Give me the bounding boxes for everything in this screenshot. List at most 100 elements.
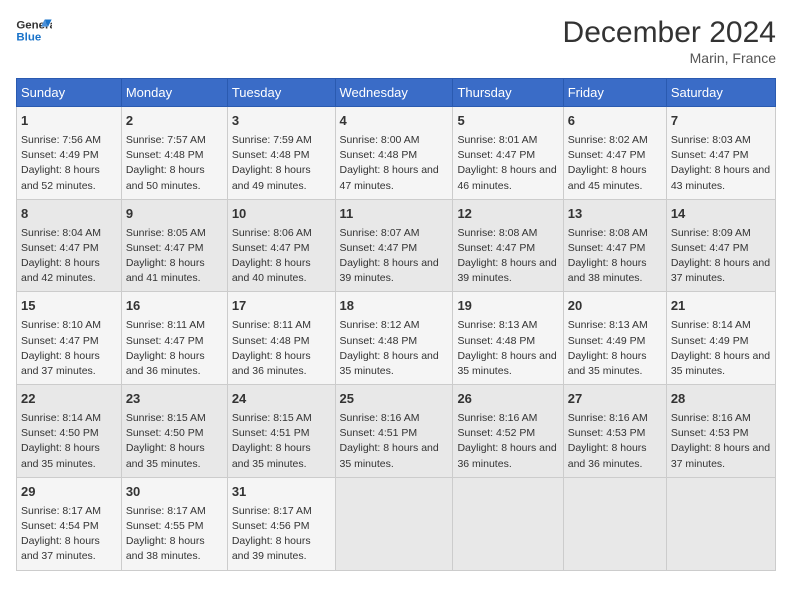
cell-info: Sunrise: 8:12 AMSunset: 4:48 PMDaylight:… — [340, 318, 449, 379]
cell-info: Sunrise: 7:59 AMSunset: 4:48 PMDaylight:… — [232, 133, 331, 194]
sunrise-text: Sunrise: 8:16 AM — [568, 412, 648, 424]
calendar-cell: 2 Sunrise: 7:57 AMSunset: 4:48 PMDaylight… — [121, 107, 227, 200]
daylight-text: Daylight: 8 hours and 47 minutes. — [340, 164, 439, 191]
day-number: 4 — [340, 112, 449, 131]
sunset-text: Sunset: 4:47 PM — [21, 335, 99, 347]
cell-info: Sunrise: 8:15 AMSunset: 4:50 PMDaylight:… — [126, 411, 223, 472]
sunset-text: Sunset: 4:52 PM — [457, 427, 535, 439]
daylight-text: Daylight: 8 hours and 35 minutes. — [21, 442, 100, 469]
daylight-text: Daylight: 8 hours and 40 minutes. — [232, 257, 311, 284]
calendar-cell: 22Sunrise: 8:14 AMSunset: 4:50 PMDayligh… — [17, 385, 122, 478]
sunrise-text: Sunrise: 8:09 AM — [671, 227, 751, 239]
calendar-cell — [563, 477, 666, 570]
svg-text:Blue: Blue — [16, 32, 41, 44]
calendar-cell: 23Sunrise: 8:15 AMSunset: 4:50 PMDayligh… — [121, 385, 227, 478]
sunset-text: Sunset: 4:48 PM — [340, 149, 418, 161]
sunset-text: Sunset: 4:53 PM — [671, 427, 749, 439]
calendar-cell: 15Sunrise: 8:10 AMSunset: 4:47 PMDayligh… — [17, 292, 122, 385]
sunrise-text: Sunrise: 7:57 AM — [126, 134, 206, 146]
cell-info: Sunrise: 8:15 AM Sunset: 4:51 PM Daylight:… — [232, 411, 331, 472]
sunrise-text: Sunrise: 8:17 AM — [126, 505, 206, 517]
calendar-cell: 19Sunrise: 8:13 AMSunset: 4:48 PMDayligh… — [453, 292, 563, 385]
day-number: 18 — [340, 297, 449, 316]
sunset-text: Sunset: 4:48 PM — [232, 149, 310, 161]
daylight-text: Daylight: 8 hours and 39 minutes. — [457, 257, 556, 284]
cell-info: Sunrise: 8:07 AMSunset: 4:47 PMDaylight:… — [340, 226, 449, 287]
sunset-text: Sunset: 4:47 PM — [126, 242, 204, 254]
day-number: 1 — [21, 112, 117, 131]
sunrise-text: Sunrise: 8:08 AM — [457, 227, 537, 239]
day-number: 28 — [671, 390, 771, 409]
calendar-cell: 29Sunrise: 8:17 AMSunset: 4:54 PMDayligh… — [17, 477, 122, 570]
sunset-text: Sunset: 4:47 PM — [126, 335, 204, 347]
sunset-text: Sunset: 4:50 PM — [21, 427, 99, 439]
daylight-text: Daylight: 8 hours and 35 minutes. — [232, 442, 311, 469]
sunrise-text: Sunrise: 8:17 AM — [232, 505, 312, 517]
daylight-text: Daylight: 8 hours and 42 minutes. — [21, 257, 100, 284]
calendar-cell: 1Sunrise: 7:56 AMSunset: 4:49 PMDaylight… — [17, 107, 122, 200]
calendar-cell: 30Sunrise: 8:17 AMSunset: 4:55 PMDayligh… — [121, 477, 227, 570]
cell-info: Sunrise: 8:17 AMSunset: 4:55 PMDaylight:… — [126, 504, 223, 565]
cell-info: Sunrise: 8:02 AMSunset: 4:47 PMDaylight:… — [568, 133, 662, 194]
sunset-text: Sunset: 4:55 PM — [126, 520, 204, 532]
cell-info: Sunrise: 8:17 AMSunset: 4:54 PMDaylight:… — [21, 504, 117, 565]
sunrise-text: Sunrise: 8:16 AM — [457, 412, 537, 424]
weekday-header: Thursday — [453, 79, 563, 107]
calendar-cell: 12Sunrise: 8:08 AMSunset: 4:47 PMDayligh… — [453, 199, 563, 292]
sunrise-text: Sunrise: 8:08 AM — [568, 227, 648, 239]
sunrise-text: Sunrise: 8:13 AM — [568, 319, 648, 331]
day-number: 2 — [126, 112, 223, 131]
title-block: December 2024 Marin, France — [563, 16, 776, 66]
cell-info: Sunrise: 8:16 AMSunset: 4:53 PMDaylight:… — [671, 411, 771, 472]
sunrise-text: Sunrise: 8:04 AM — [21, 227, 101, 239]
sunrise-text: Sunrise: 8:14 AM — [671, 319, 751, 331]
sunrise-text: Sunrise: 8:03 AM — [671, 134, 751, 146]
cell-info: Sunrise: 8:16 AMSunset: 4:51 PMDaylight:… — [340, 411, 449, 472]
calendar-cell — [453, 477, 563, 570]
cell-info: Sunrise: 7:57 AMSunset: 4:48 PMDaylight:… — [126, 133, 223, 194]
weekday-header: Sunday — [17, 79, 122, 107]
calendar-week-row: 22Sunrise: 8:14 AMSunset: 4:50 PMDayligh… — [17, 385, 776, 478]
daylight-text: Daylight: 8 hours and 39 minutes. — [232, 535, 311, 562]
cell-info: Sunrise: 8:14 AMSunset: 4:49 PMDaylight:… — [671, 318, 771, 379]
sunset-text: Sunset: 4:47 PM — [21, 242, 99, 254]
daylight-text: Daylight: 8 hours and 36 minutes. — [232, 350, 311, 377]
daylight-text: Daylight: 8 hours and 43 minutes. — [671, 164, 770, 191]
daylight-text: Daylight: 8 hours and 38 minutes. — [568, 257, 647, 284]
daylight-text: Daylight: 8 hours and 49 minutes. — [232, 164, 311, 191]
sunset-text: Sunset: 4:47 PM — [671, 242, 749, 254]
daylight-text: Daylight: 8 hours and 35 minutes. — [671, 350, 770, 377]
sunrise-text: Sunrise: 8:14 AM — [21, 412, 101, 424]
sunrise-text: Sunrise: 8:15 AM — [232, 412, 312, 424]
cell-info: Sunrise: 8:13 AMSunset: 4:49 PMDaylight:… — [568, 318, 662, 379]
day-number: 12 — [457, 205, 558, 224]
sunrise-text: Sunrise: 8:01 AM — [457, 134, 537, 146]
cell-info: Sunrise: 8:16 AMSunset: 4:53 PMDaylight:… — [568, 411, 662, 472]
sunset-text: Sunset: 4:51 PM — [232, 427, 310, 439]
calendar-week-row: 15Sunrise: 8:10 AMSunset: 4:47 PMDayligh… — [17, 292, 776, 385]
calendar-cell: 24Sunrise: 8:15 AMSunset: 4:51 PMDayligh… — [227, 385, 335, 478]
daylight-text: Daylight: 8 hours and 41 minutes. — [126, 257, 205, 284]
day-number: 19 — [457, 297, 558, 316]
cell-info: Sunrise: 8:03 AMSunset: 4:47 PMDaylight:… — [671, 133, 771, 194]
sunrise-text: Sunrise: 8:07 AM — [340, 227, 420, 239]
calendar-cell: 7Sunrise: 8:03 AMSunset: 4:47 PMDaylight… — [666, 107, 775, 200]
daylight-text: Daylight: 8 hours and 35 minutes. — [568, 350, 647, 377]
day-number: 5 — [457, 112, 558, 131]
sunset-text: Sunset: 4:47 PM — [568, 149, 646, 161]
sunrise-text: Sunrise: 8:13 AM — [457, 319, 537, 331]
sunset-text: Sunset: 4:48 PM — [457, 335, 535, 347]
day-number: 6 — [568, 112, 662, 131]
calendar-cell: 27Sunrise: 8:16 AMSunset: 4:53 PMDayligh… — [563, 385, 666, 478]
sunrise-text: Sunrise: 8:00 AM — [340, 134, 420, 146]
cell-info: Sunrise: 8:11 AMSunset: 4:47 PMDaylight:… — [126, 318, 223, 379]
day-number: 21 — [671, 297, 771, 316]
day-number: 9 — [126, 205, 223, 224]
daylight-text: Daylight: 8 hours and 37 minutes. — [671, 257, 770, 284]
cell-info: Sunrise: 8:05 AMSunset: 4:47 PMDaylight:… — [126, 226, 223, 287]
daylight-text: Daylight: 8 hours and 35 minutes. — [126, 442, 205, 469]
calendar-cell: 9 Sunrise: 8:05 AMSunset: 4:47 PMDaylight… — [121, 199, 227, 292]
day-number: 26 — [457, 390, 558, 409]
page-header: General Blue General Blue December 2024 … — [16, 16, 776, 66]
calendar-cell: 21 Sunrise: 8:14 AMSunset: 4:49 PMDayligh… — [666, 292, 775, 385]
